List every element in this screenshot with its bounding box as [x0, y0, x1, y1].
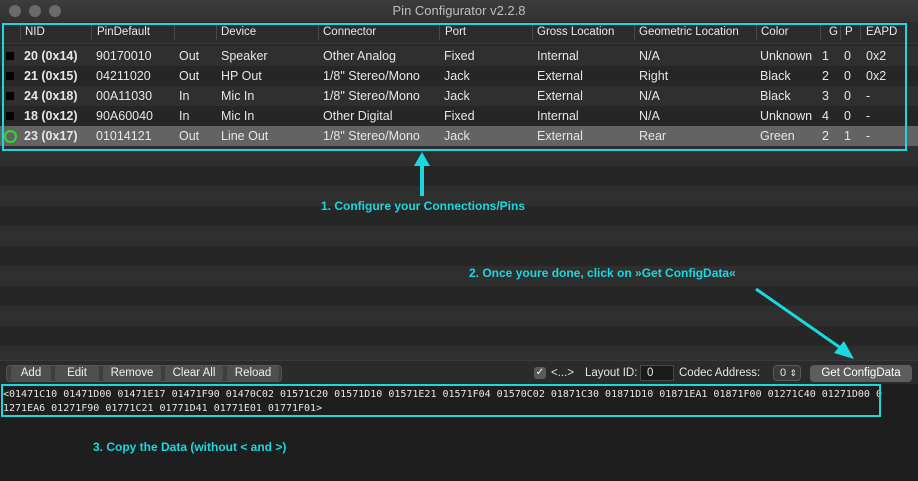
step1-annotation: 1. Configure your Connections/Pins: [321, 199, 526, 213]
brackets-checkbox-label: <...>: [551, 367, 575, 379]
get-configdata-button[interactable]: Get ConfigData: [810, 365, 912, 382]
clear-all-button[interactable]: Clear All: [165, 366, 223, 381]
arrow-down-right-icon: [755, 287, 854, 359]
codec-address-select[interactable]: 0 ⇕: [773, 365, 801, 381]
step3-annotation: 3. Copy the Data (without < and >): [93, 440, 287, 454]
layout-id-field[interactable]: 0: [640, 365, 674, 381]
reload-button[interactable]: Reload: [227, 366, 279, 381]
brackets-checkbox[interactable]: ✓: [534, 367, 546, 379]
highlight-config-box: [1, 384, 881, 417]
add-button[interactable]: Add: [11, 366, 51, 381]
codec-address-value: 0: [780, 367, 787, 379]
highlight-table-box: [2, 23, 907, 151]
layout-id-label: Layout ID:: [585, 367, 638, 379]
remove-button[interactable]: Remove: [103, 366, 161, 381]
codec-address-label: Codec Address:: [679, 367, 761, 379]
window-title: Pin Configurator v2.2.8: [392, 3, 526, 18]
chevron-updown-icon: ⇕: [789, 368, 797, 378]
toolbar: Add Edit Remove Clear All Reload ✓ <...>…: [0, 360, 918, 385]
arrow-up-icon: [414, 152, 430, 196]
edit-button[interactable]: Edit: [55, 366, 99, 381]
title-bar: Pin Configurator v2.2.8: [0, 0, 918, 23]
step2-annotation: 2. Once youre done, click on »Get Config…: [469, 266, 736, 280]
